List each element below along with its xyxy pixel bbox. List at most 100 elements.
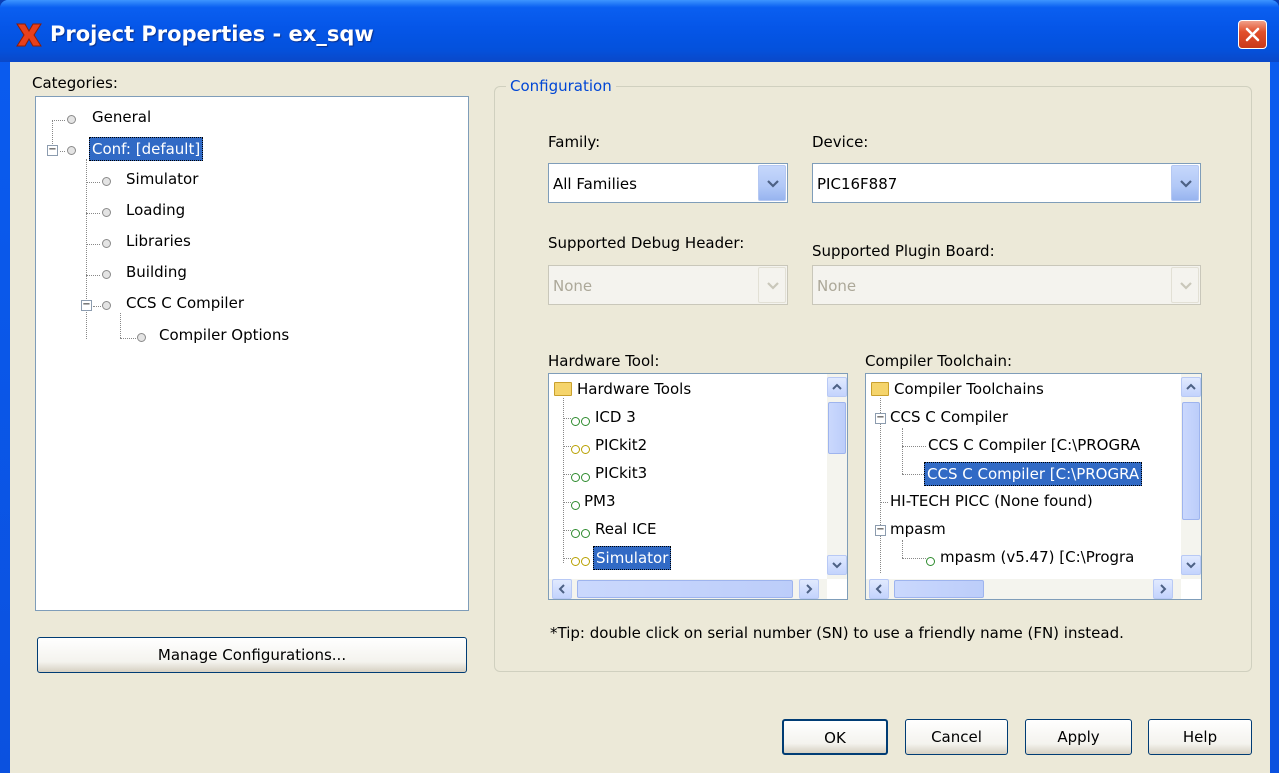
plugin-board-dropdown-button (1171, 267, 1199, 303)
scroll-thumb[interactable] (894, 580, 984, 598)
debug-header-dropdown-button (758, 267, 786, 303)
status-yellow-icon (571, 552, 591, 570)
tip-text: *Tip: double click on serial number (SN)… (550, 624, 1124, 642)
close-button[interactable] (1238, 20, 1267, 49)
compiler-toolchain-list[interactable]: Compiler Toolchains − CCS C Compiler CCS… (865, 373, 1202, 600)
apply-button[interactable]: Apply (1025, 719, 1132, 755)
scroll-left-button[interactable] (552, 579, 572, 599)
hw-item-icd3[interactable]: ICD 3 (595, 408, 636, 426)
hw-item-pm3[interactable]: PM3 (584, 492, 616, 510)
hw-item-simulator[interactable]: Simulator (593, 546, 672, 570)
scroll-down-button[interactable] (827, 555, 847, 575)
mpasm-collapse-toggle[interactable]: − (875, 525, 886, 536)
device-dropdown-button[interactable] (1171, 165, 1199, 201)
app-x-icon (16, 23, 42, 47)
close-icon (1245, 27, 1260, 42)
scroll-down-button[interactable] (1181, 555, 1201, 575)
tree-item-conf-default[interactable]: Conf: [default] (89, 137, 204, 161)
ccs-toolchain-collapse-toggle[interactable]: − (875, 413, 886, 424)
status-green-icon (926, 552, 936, 570)
scroll-thumb[interactable] (1182, 402, 1200, 520)
tree-item-building[interactable]: Building (126, 263, 187, 281)
chevron-down-icon (767, 180, 779, 188)
dialog-body: Categories: − − General Conf: [default] … (10, 62, 1270, 773)
scroll-up-button[interactable] (1181, 377, 1201, 397)
status-green-icon (571, 468, 591, 486)
cancel-button[interactable]: Cancel (905, 719, 1008, 755)
help-button[interactable]: Help (1148, 719, 1252, 755)
toolchain-ccs-path-1[interactable]: CCS C Compiler [C:\PROGRA (928, 436, 1140, 454)
device-label: Device: (812, 133, 869, 151)
tree-item-simulator[interactable]: Simulator (126, 170, 198, 188)
categories-label: Categories: (32, 74, 118, 92)
scroll-right-button[interactable] (1153, 579, 1173, 599)
chevron-left-icon (875, 584, 882, 594)
building-node-icon (102, 270, 111, 279)
scroll-left-button[interactable] (869, 579, 889, 599)
family-dropdown-button[interactable] (758, 165, 786, 201)
scroll-thumb[interactable] (577, 580, 793, 598)
conf-collapse-toggle[interactable]: − (47, 145, 58, 156)
hw-item-real-ice[interactable]: Real ICE (595, 520, 656, 538)
window-title: Project Properties - ex_sqw (50, 22, 374, 46)
toolchain-mpasm-path[interactable]: mpasm (v5.47) [C:\Progra (940, 548, 1134, 566)
status-yellow-icon (571, 440, 591, 458)
hw-item-pickit3[interactable]: PICkit3 (595, 464, 647, 482)
debug-header-label: Supported Debug Header: (548, 234, 745, 252)
compiler-toolchain-label: Compiler Toolchain: (865, 352, 1013, 370)
chevron-up-icon (1186, 383, 1196, 390)
configuration-legend: Configuration (506, 77, 616, 95)
device-select[interactable]: PIC16F887 (812, 163, 1201, 203)
debug-header-select: None (548, 265, 788, 305)
family-label: Family: (548, 133, 601, 151)
hardware-hscroll[interactable] (549, 579, 827, 599)
toolchain-ccs-c-compiler[interactable]: CCS C Compiler (890, 408, 1008, 426)
chevron-right-icon (1160, 584, 1167, 594)
simulator-node-icon (102, 177, 111, 186)
toolchain-hscroll[interactable] (866, 579, 1181, 599)
chevron-down-icon (1186, 562, 1196, 569)
tree-item-libraries[interactable]: Libraries (126, 232, 191, 250)
status-green-icon (571, 496, 581, 514)
status-green-icon (571, 524, 591, 542)
family-select[interactable]: All Families (548, 163, 788, 203)
debug-header-value: None (553, 277, 593, 295)
ccs-collapse-toggle[interactable]: − (81, 300, 92, 311)
hardware-tool-list[interactable]: Hardware Tools ICD 3 PICkit2 PICkit3 PM3… (548, 373, 848, 600)
device-value: PIC16F887 (817, 175, 898, 193)
scroll-up-button[interactable] (827, 377, 847, 397)
title-bar[interactable]: Project Properties - ex_sqw (0, 0, 1279, 62)
chevron-left-icon (558, 584, 565, 594)
ok-button[interactable]: OK (782, 719, 888, 755)
manage-configurations-button[interactable]: Manage Configurations... (37, 637, 467, 673)
chevron-right-icon (806, 584, 813, 594)
toolchain-mpasm[interactable]: mpasm (890, 520, 946, 538)
tree-item-general[interactable]: General (92, 108, 151, 126)
ccs-node-icon (102, 301, 111, 310)
plugin-board-label: Supported Plugin Board: (812, 242, 995, 260)
toolchains-root[interactable]: Compiler Toolchains (894, 380, 1044, 398)
scroll-thumb[interactable] (828, 402, 846, 454)
hardware-tool-label: Hardware Tool: (548, 352, 660, 370)
toolchain-ccs-path-2[interactable]: CCS C Compiler [C:\PROGRA (924, 462, 1143, 486)
project-properties-window: Project Properties - ex_sqw Categories: … (0, 0, 1279, 773)
hardware-vscroll[interactable] (827, 374, 847, 579)
chevron-up-icon (832, 383, 842, 390)
folder-icon (871, 382, 889, 396)
categories-tree[interactable]: − − General Conf: [default] Simulator Lo… (35, 96, 469, 611)
tree-item-compiler-options[interactable]: Compiler Options (159, 326, 289, 344)
plugin-board-value: None (817, 277, 857, 295)
scroll-right-button[interactable] (799, 579, 819, 599)
folder-icon (554, 382, 572, 396)
plugin-board-select: None (812, 265, 1201, 305)
libraries-node-icon (102, 239, 111, 248)
hardware-tools-root[interactable]: Hardware Tools (577, 380, 691, 398)
toolchain-hi-tech-picc[interactable]: HI-TECH PICC (None found) (890, 492, 1093, 510)
chevron-down-icon (767, 282, 779, 290)
tree-item-loading[interactable]: Loading (126, 201, 185, 219)
toolchain-vscroll[interactable] (1181, 374, 1201, 579)
hw-item-pickit2[interactable]: PICkit2 (595, 436, 647, 454)
compiler-options-node-icon (137, 333, 146, 342)
chevron-down-icon (1180, 282, 1192, 290)
tree-item-ccs-c-compiler[interactable]: CCS C Compiler (126, 294, 244, 312)
